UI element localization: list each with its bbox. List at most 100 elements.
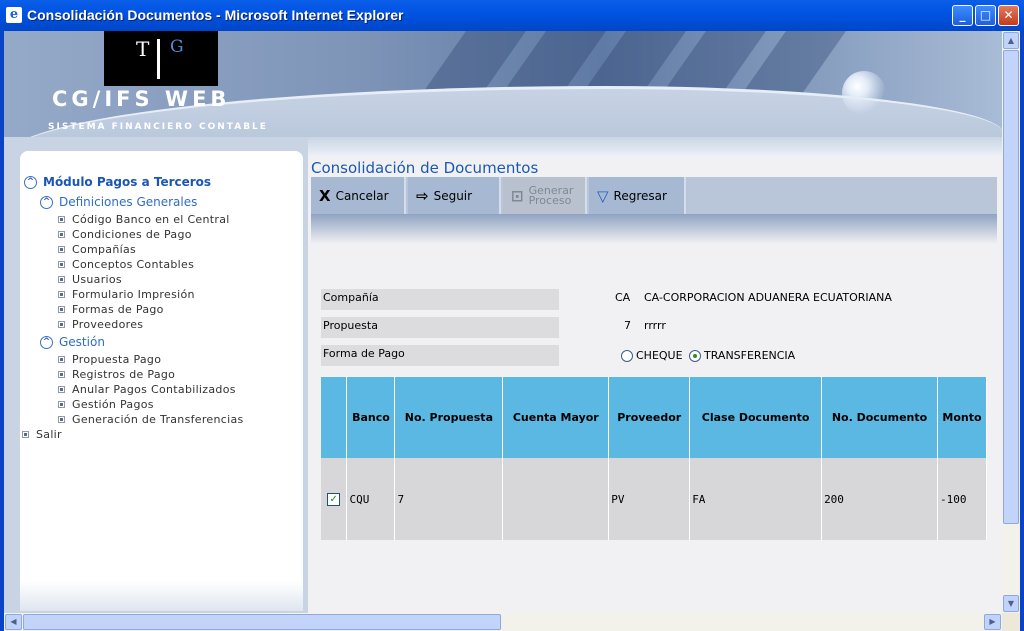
- close-button[interactable]: ✕: [998, 5, 1019, 26]
- window-title: Consolidación Documentos - Microsoft Int…: [27, 7, 404, 23]
- col-cuenta-mayor: Cuenta Mayor: [502, 377, 610, 458]
- bullet-icon: [58, 371, 65, 378]
- radio-cheque-icon[interactable]: [621, 350, 633, 362]
- bullet-icon: [58, 306, 65, 313]
- collapse-icon: ^: [24, 175, 37, 189]
- collapse-icon: ^: [40, 335, 53, 349]
- bullet-icon: [22, 431, 29, 438]
- window-titlebar: e Consolidación Documentos - Microsoft I…: [0, 0, 1024, 31]
- menu-item-generacion-transferencias[interactable]: Generación de Transferencias: [58, 413, 244, 426]
- payment-method-label: Forma de Pago: [321, 345, 559, 366]
- col-monto: Monto: [937, 377, 988, 458]
- horizontal-scroll-thumb[interactable]: [23, 614, 501, 630]
- menu-group-definiciones[interactable]: ^ Definiciones Generales: [40, 195, 197, 209]
- generate-process-button[interactable]: ⊡ Generar Proceso: [503, 177, 587, 214]
- menu-item-propuesta-pago[interactable]: Propuesta Pago: [58, 353, 161, 366]
- menu-group-gestion[interactable]: ^ Gestión: [40, 335, 105, 349]
- brand-name: CG/IFS WEB: [52, 87, 231, 111]
- scroll-down-icon[interactable]: ▼: [1003, 595, 1019, 612]
- menu-item-formulario[interactable]: Formulario Impresión: [58, 288, 195, 301]
- maximize-button[interactable]: □: [975, 5, 996, 26]
- cell-banco: CQU: [346, 458, 396, 540]
- vertical-scroll-thumb[interactable]: [1003, 50, 1019, 524]
- menu-item-registros-pago[interactable]: Registros de Pago: [58, 368, 175, 381]
- radio-transferencia-icon[interactable]: [689, 350, 701, 362]
- company-label: Compañía: [321, 289, 559, 310]
- menu-item-usuarios[interactable]: Usuarios: [58, 273, 122, 286]
- menu-item-gestion-pagos[interactable]: Gestión Pagos: [58, 398, 154, 411]
- col-banco: Banco: [346, 377, 396, 458]
- cell-propuesta: 7: [394, 458, 504, 540]
- action-toolbar: X Cancelar ⇨ Seguir ⊡ Generar Proceso ▽ R…: [311, 177, 997, 214]
- bullet-icon: [58, 216, 65, 223]
- menu-item-codigo-banco[interactable]: Código Banco en el Central: [58, 213, 230, 226]
- menu-item-formas-pago[interactable]: Formas de Pago: [58, 303, 164, 316]
- scrollbar-corner: [1002, 613, 1020, 631]
- row-select-cell[interactable]: ✓: [321, 458, 348, 540]
- company-name: CA-CORPORACION ADUANERA ECUATORIANA: [644, 291, 892, 304]
- header-banner: T G CG/IFS WEB SISTEMA FINANCIERO CONTAB…: [4, 31, 1002, 137]
- scroll-right-icon[interactable]: ▶: [984, 614, 1001, 630]
- bullet-icon: [58, 246, 65, 253]
- page-title: Consolidación de Documentos: [311, 159, 539, 177]
- sidebar-menu-panel: ^ Módulo Pagos a Terceros ^ Definiciones…: [20, 151, 303, 611]
- scroll-up-icon[interactable]: ▲: [1003, 32, 1019, 49]
- window-frame-right: [1020, 31, 1024, 631]
- menu-item-conceptos[interactable]: Conceptos Contables: [58, 258, 194, 271]
- minimize-button[interactable]: _: [952, 5, 973, 26]
- menu-item-condiciones-pago[interactable]: Condiciones de Pago: [58, 228, 192, 241]
- proposal-label: Propuesta: [321, 317, 559, 338]
- bullet-icon: [58, 231, 65, 238]
- menu-item-companias[interactable]: Compañías: [58, 243, 136, 256]
- proposal-name: rrrrr: [644, 319, 666, 332]
- company-code: CA: [615, 291, 631, 304]
- next-button[interactable]: ⇨ Seguir: [408, 177, 501, 214]
- cell-cuenta: [502, 458, 610, 540]
- col-clase-documento: Clase Documento: [689, 377, 823, 458]
- cell-proveedor: PV: [608, 458, 691, 540]
- cell-clase: FA: [689, 458, 823, 540]
- arrow-right-icon: ⇨: [416, 186, 429, 205]
- back-button[interactable]: ▽ Regresar: [589, 177, 686, 214]
- tg-logo: T G: [104, 31, 218, 86]
- cell-documento: 200: [821, 458, 938, 540]
- generate-icon: ⊡: [511, 186, 524, 205]
- menu-item-proveedores[interactable]: Proveedores: [58, 318, 143, 331]
- documents-table: Banco No. Propuesta Cuenta Mayor Proveed…: [321, 377, 988, 540]
- bullet-icon: [58, 321, 65, 328]
- sidebar: ^ Módulo Pagos a Terceros ^ Definiciones…: [4, 137, 308, 613]
- menu-module-pagos[interactable]: ^ Módulo Pagos a Terceros: [24, 175, 211, 189]
- radio-transferencia[interactable]: TRANSFERENCIA: [689, 349, 795, 362]
- bullet-icon: [58, 276, 65, 283]
- logo-letter-g: G: [170, 37, 184, 57]
- bullet-icon: [58, 401, 65, 408]
- col-no-documento: No. Documento: [821, 377, 938, 458]
- glow-orb: [842, 71, 886, 115]
- menu-item-salir[interactable]: Salir: [22, 428, 62, 441]
- bullet-icon: [58, 416, 65, 423]
- cell-monto: -100: [937, 458, 988, 540]
- scroll-left-icon[interactable]: ◀: [5, 614, 22, 630]
- bullet-icon: [58, 356, 65, 363]
- collapse-icon: ^: [40, 195, 53, 209]
- bullet-icon: [58, 261, 65, 268]
- return-arrow-icon: ▽: [597, 186, 609, 205]
- horizontal-scrollbar[interactable]: ◀ ▶: [4, 613, 1002, 631]
- bullet-icon: [58, 291, 65, 298]
- bullet-icon: [58, 386, 65, 393]
- logo-letter-t: T: [136, 37, 150, 61]
- col-select: [321, 377, 348, 458]
- radio-cheque[interactable]: CHEQUE: [621, 349, 683, 362]
- ie-app-icon: e: [6, 7, 22, 23]
- main-content: Consolidación de Documentos X Cancelar ⇨…: [308, 137, 1002, 613]
- table-row: ✓ CQU 7 PV FA 200 -100: [321, 458, 988, 540]
- proposal-number: 7: [624, 319, 631, 332]
- brand-subtitle: SISTEMA FINANCIERO CONTABLE: [48, 122, 268, 132]
- col-proveedor: Proveedor: [608, 377, 691, 458]
- vertical-scrollbar[interactable]: ▲ ▼: [1002, 31, 1020, 613]
- menu-item-anular-pagos[interactable]: Anular Pagos Contabilizados: [58, 383, 236, 396]
- cancel-button[interactable]: X Cancelar: [311, 177, 406, 214]
- row-checkbox[interactable]: ✓: [327, 493, 341, 506]
- cancel-x-icon: X: [319, 186, 331, 205]
- col-no-propuesta: No. Propuesta: [394, 377, 504, 458]
